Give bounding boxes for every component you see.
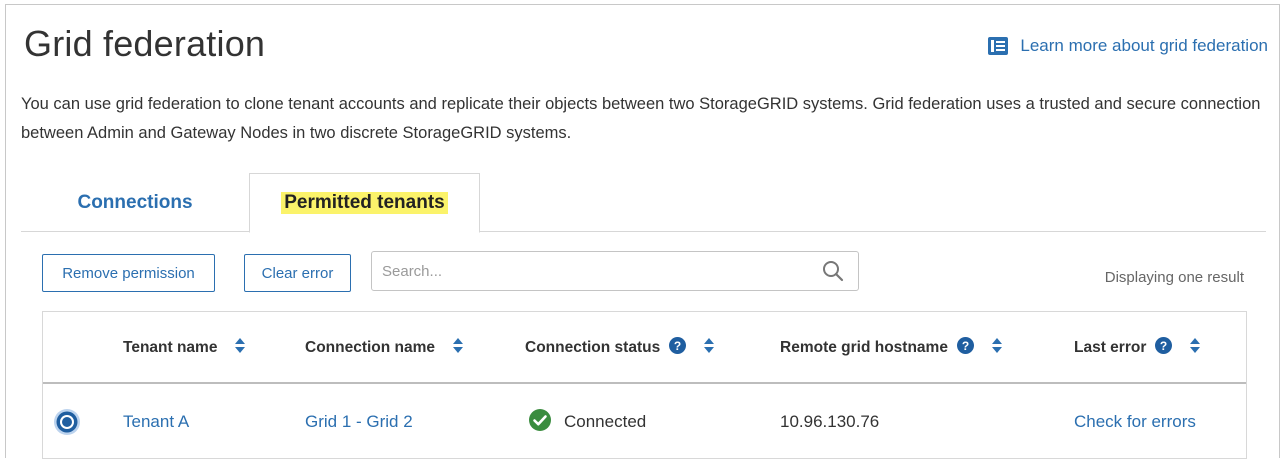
check-circle-icon (528, 408, 552, 437)
help-circle-icon[interactable]: ? (1155, 337, 1173, 359)
column-label: Tenant name (123, 339, 218, 356)
column-header-connection-name[interactable]: Connection name (305, 312, 464, 384)
search-icon[interactable] (822, 260, 844, 287)
table-header: Tenant name Connection name Connection s… (43, 312, 1246, 384)
column-label: Last error (1074, 339, 1147, 356)
connection-name-link[interactable]: Grid 1 - Grid 2 (305, 386, 413, 458)
grid-federation-page: Grid federation Learn more about grid fe… (5, 4, 1280, 459)
column-header-connection-status[interactable]: Connection status ? (525, 312, 715, 384)
tab-connections[interactable]: Connections (21, 173, 249, 232)
result-count: Displaying one result (1104, 269, 1244, 286)
learn-more-label[interactable]: Learn more about grid federation (1020, 36, 1268, 56)
column-label: Connection status (525, 339, 661, 356)
sort-icon[interactable] (704, 338, 715, 358)
column-header-remote-grid-hostname[interactable]: Remote grid hostname ? (780, 312, 1002, 384)
tab-label: Connections (77, 191, 193, 213)
sort-icon[interactable] (1190, 338, 1201, 358)
tenant-name-link[interactable]: Tenant A (123, 386, 189, 458)
learn-more-link[interactable]: Learn more about grid federation (988, 36, 1268, 56)
remove-permission-button[interactable]: Remove permission (42, 254, 215, 292)
column-header-tenant-name[interactable]: Tenant name (123, 312, 246, 384)
tab-bar: Connections Permitted tenants (21, 173, 1266, 233)
tenants-table: Tenant name Connection name Connection s… (42, 311, 1247, 459)
tab-permitted-tenants[interactable]: Permitted tenants (249, 173, 480, 233)
help-circle-icon[interactable]: ? (956, 337, 974, 359)
table-row[interactable]: Tenant A Grid 1 - Grid 2 Connected 10.96… (43, 386, 1246, 458)
status-label: Connected (564, 412, 647, 431)
book-icon (988, 37, 1009, 55)
sort-icon[interactable] (991, 338, 1002, 358)
row-select-radio[interactable] (53, 408, 81, 441)
column-label: Connection name (305, 339, 436, 356)
svg-text:?: ? (674, 339, 681, 353)
column-label: Remote grid hostname (780, 339, 948, 356)
help-circle-icon[interactable]: ? (669, 337, 687, 359)
svg-text:?: ? (1160, 339, 1167, 353)
sort-icon[interactable] (235, 338, 246, 358)
intro-text: You can use grid federation to clone ten… (21, 95, 1261, 142)
search-box (371, 251, 859, 291)
svg-text:?: ? (962, 339, 969, 353)
search-input[interactable] (382, 252, 802, 290)
remote-hostname: 10.96.130.76 (780, 412, 880, 431)
tab-label: Permitted tenants (281, 192, 448, 214)
sort-icon[interactable] (453, 338, 464, 358)
page-title: Grid federation (24, 23, 266, 64)
connection-status: Connected (528, 386, 646, 458)
column-header-last-error[interactable]: Last error ? (1074, 312, 1201, 384)
clear-error-button[interactable]: Clear error (244, 254, 351, 292)
check-for-errors-link[interactable]: Check for errors (1074, 386, 1196, 458)
